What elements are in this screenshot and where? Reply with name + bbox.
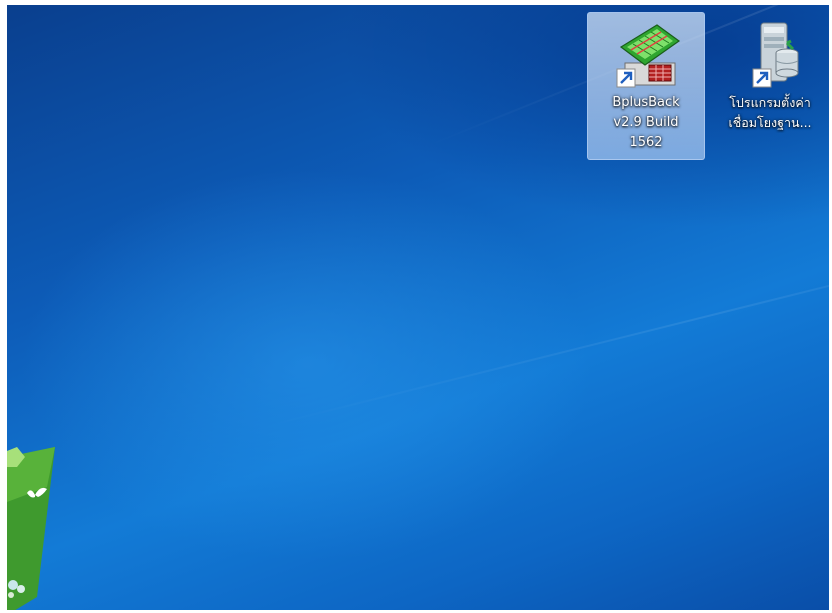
- desktop-icon-bplusback[interactable]: BplusBack v2.9 Build 1562: [587, 12, 705, 160]
- desktop-icon-database-settings[interactable]: โปรแกรมตั้งค่า เชื่อมโยงฐาน...: [711, 12, 829, 160]
- icon-label-line: v2.9 Build: [613, 115, 679, 130]
- wallpaper-light-streak: [266, 207, 829, 427]
- icon-label: โปรแกรมตั้งค่า เชื่อมโยงฐาน...: [714, 93, 826, 133]
- spreadsheet-shortcut-icon: [616, 24, 681, 88]
- icon-label-line: โปรแกรมตั้งค่า: [729, 95, 811, 110]
- icon-label: BplusBack v2.9 Build 1562: [590, 93, 702, 153]
- icon-label-line: BplusBack: [612, 95, 680, 110]
- icon-label-line: 1562: [629, 135, 663, 150]
- screen: BplusBack v2.9 Build 1562 โปรแกรมตั้งค่า…: [0, 0, 832, 613]
- database-server-shortcut-icon: [752, 22, 799, 88]
- icon-label-line: เชื่อมโยงฐาน...: [728, 115, 812, 130]
- desktop-background[interactable]: BplusBack v2.9 Build 1562 โปรแกรมตั้งค่า…: [7, 5, 829, 610]
- windows-logo-fragment-icon: [7, 447, 55, 610]
